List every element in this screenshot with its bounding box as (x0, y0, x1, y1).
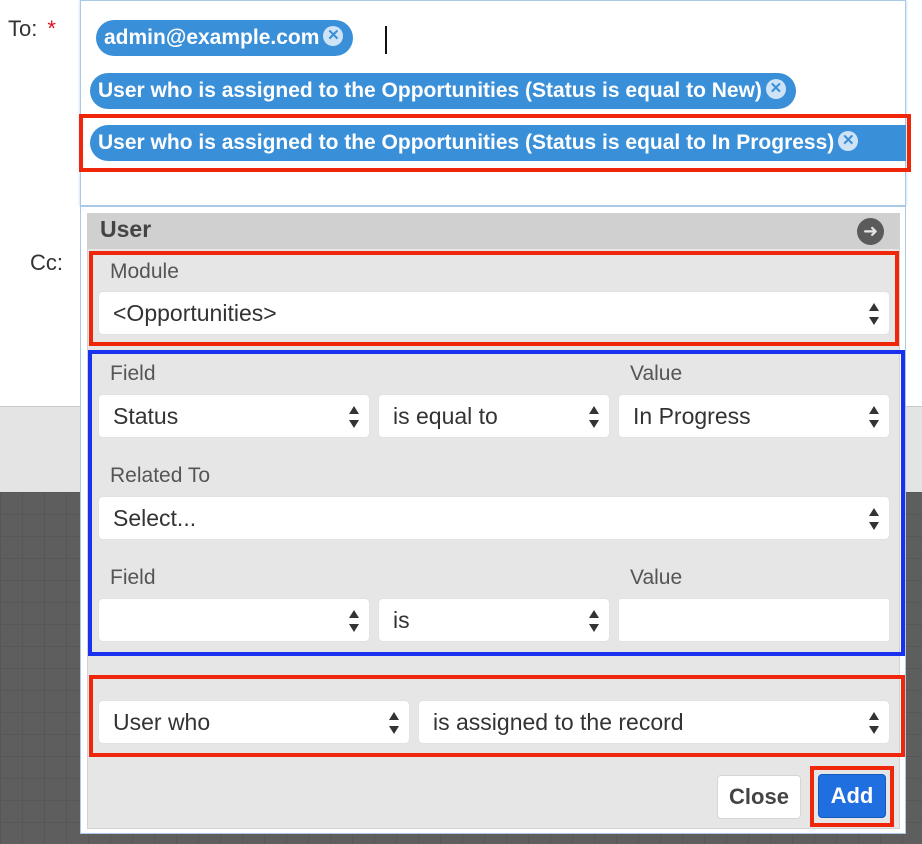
related-value-input[interactable] (618, 598, 890, 642)
select-arrows-icon (389, 712, 399, 734)
cc-label: Cc: (30, 250, 63, 275)
recipient-pill-label: User who is assigned to the Opportunitie… (98, 79, 762, 102)
required-asterisk: * (47, 16, 56, 41)
close-circle-icon[interactable]: ✕ (323, 26, 344, 47)
add-button[interactable]: Add (818, 774, 886, 818)
value-select[interactable]: In Progress (618, 394, 890, 438)
select-arrows-icon (869, 508, 879, 530)
recipient-pill[interactable]: User who is assigned to the Opportunitie… (90, 73, 796, 109)
close-circle-icon[interactable]: ✕ (838, 131, 859, 152)
user-who-select[interactable]: User who (98, 700, 410, 744)
value-label: Value (630, 362, 683, 385)
select-arrows-icon (589, 610, 599, 632)
recipient-pill[interactable]: admin@example.com ✕ (96, 20, 354, 56)
field-select[interactable]: Status (98, 394, 370, 438)
field-label: Field (110, 566, 156, 589)
close-button[interactable]: Close (717, 775, 801, 819)
field-label: Field (110, 362, 156, 385)
select-arrows-icon (349, 406, 359, 428)
value-label: Value (630, 566, 683, 589)
arrow-left-circle-icon[interactable]: ➜ (857, 218, 884, 245)
select-arrows-icon (869, 406, 879, 428)
module-select[interactable]: <Opportunities> (98, 291, 890, 335)
related-field-select[interactable] (98, 598, 370, 642)
related-to-label: Related To (110, 464, 211, 487)
select-arrows-icon (589, 406, 599, 428)
close-circle-icon[interactable]: ✕ (765, 79, 786, 100)
select-arrows-icon (869, 712, 879, 734)
related-to-select[interactable]: Select... (98, 496, 890, 540)
recipient-pill[interactable]: User who is assigned to the Opportunitie… (90, 125, 906, 161)
operator-select[interactable]: is equal to (378, 394, 610, 438)
related-operator-select[interactable]: is (378, 598, 610, 642)
select-arrows-icon (869, 303, 879, 325)
module-label: Module (110, 260, 179, 283)
panel-header (87, 213, 900, 249)
relation-select[interactable]: is assigned to the record (418, 700, 890, 744)
recipient-pill-label: admin@example.com (104, 26, 320, 49)
recipient-pill-label: User who is assigned to the Opportunitie… (98, 131, 835, 154)
text-cursor (385, 26, 387, 54)
select-arrows-icon (349, 610, 359, 632)
panel-title: User (100, 216, 152, 242)
to-label: To: * (8, 16, 56, 41)
